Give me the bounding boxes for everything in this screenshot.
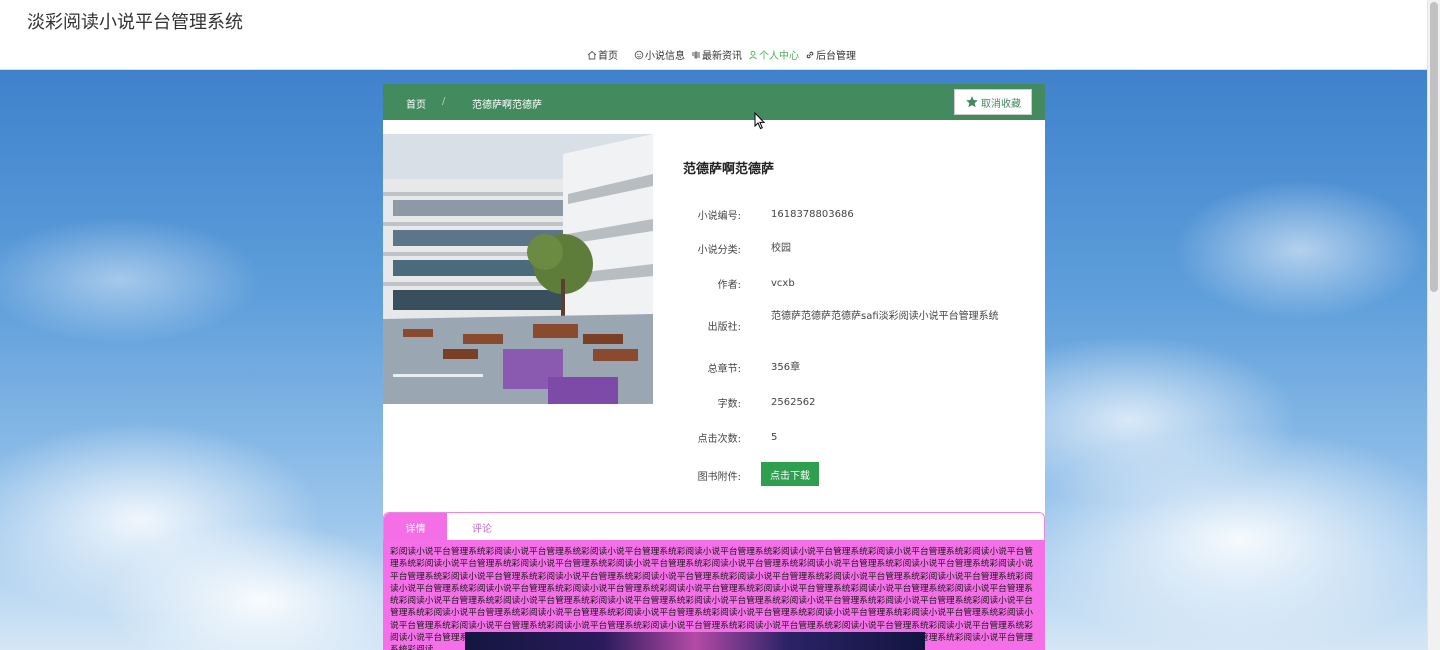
tab-comment[interactable]: 评论 (447, 513, 517, 541)
news-icon (692, 50, 700, 59)
info-value-chapters: 356章 (771, 362, 801, 373)
nav-item-news[interactable]: 最新资讯 (691, 47, 742, 62)
user-icon (749, 50, 757, 59)
link-icon (806, 51, 814, 58)
info-label-chapters: 总章节: (707, 364, 741, 375)
info-value-word-count: 2562562 (771, 397, 816, 408)
info-label-author: 作者: (717, 280, 741, 291)
info-label-attachment: 图书附件: (697, 472, 741, 483)
info-value-category: 校园 (771, 243, 791, 254)
cancel-favorite-label: 取消收藏 (981, 98, 1021, 110)
info-label-clicks: 点击次数: (697, 434, 741, 445)
nav-label-novels: 小说信息 (645, 51, 685, 62)
cover-illustration (383, 134, 653, 404)
main-nav: 首页 小说信息 最新资讯 个人中心 后台管理 (587, 47, 862, 62)
nav-label-news: 最新资讯 (702, 51, 742, 62)
site-header: 淡彩阅读小说平台管理系统 首页 小说信息 最新资讯 个人中心 后台管理 (0, 0, 1427, 70)
novel-detail-panel: 首页 / 范德萨啊范德萨 取消收藏 范德萨啊范德萨 小说编号: 16183788… (383, 84, 1045, 650)
book-title: 范德萨啊范德萨 (683, 162, 775, 177)
page-scrollbar[interactable] (1427, 0, 1440, 650)
nav-item-novels[interactable]: 小说信息 (634, 47, 685, 62)
download-button[interactable]: 点击下载 (761, 462, 819, 486)
cancel-favorite-button[interactable]: 取消收藏 (954, 89, 1032, 115)
detail-tabs: 详情 评论 (383, 512, 1045, 541)
info-label-id: 小说编号: (697, 211, 741, 222)
tab-detail[interactable]: 详情 (384, 513, 447, 541)
info-label-category: 小说分类: (697, 245, 741, 256)
nav-label-admin: 后台管理 (816, 51, 856, 62)
nav-item-profile[interactable]: 个人中心 (748, 47, 799, 62)
scrollbar-thumb[interactable] (1430, 2, 1438, 292)
book-icon (634, 50, 644, 59)
info-label-publisher: 出版社: (707, 322, 741, 333)
breadcrumb-current: 范德萨啊范德萨 (472, 100, 542, 111)
nav-item-admin[interactable]: 后台管理 (805, 47, 856, 62)
mouse-cursor-icon (754, 112, 766, 130)
breadcrumb-home[interactable]: 首页 (406, 96, 426, 111)
home-icon (587, 50, 597, 59)
book-cover-image (383, 134, 653, 404)
detail-image (465, 632, 925, 650)
breadcrumb-bar: 首页 / 范德萨啊范德萨 取消收藏 (383, 84, 1045, 120)
site-title: 淡彩阅读小说平台管理系统 (27, 12, 243, 33)
star-icon (966, 96, 978, 108)
nav-label-home: 首页 (598, 51, 618, 62)
nav-item-home[interactable]: 首页 (587, 47, 618, 62)
breadcrumb-separator: / (442, 96, 446, 107)
nav-label-profile: 个人中心 (759, 51, 799, 62)
info-value-id: 1618378803686 (771, 209, 854, 220)
info-value-publisher: 范德萨范德萨范德萨safi淡彩阅读小说平台管理系统 (771, 311, 999, 322)
detail-content: 彩阅读小说平台管理系统彩阅读小说平台管理系统彩阅读小说平台管理系统彩阅读小说平台… (383, 540, 1045, 650)
info-value-author: vcxb (771, 278, 795, 289)
info-label-word-count: 字数: (717, 399, 741, 410)
info-value-clicks: 5 (771, 432, 778, 443)
